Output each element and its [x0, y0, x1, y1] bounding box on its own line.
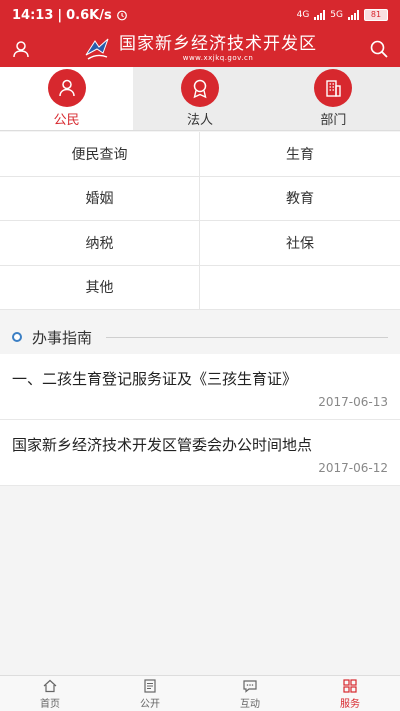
list-item[interactable]: 一、二孩生育登记服务证及《三孩生育证》 2017-06-13 — [0, 354, 400, 420]
battery-icon: 81 — [364, 9, 388, 21]
nav-label: 服务 — [340, 698, 360, 710]
list-item-title: 一、二孩生育登记服务证及《三孩生育证》 — [12, 370, 298, 388]
grid-item-other[interactable]: 其他 — [0, 265, 200, 310]
header-brand: 国家新乡经济技术开发区 www.xxjkq.gov.cn — [83, 34, 317, 63]
site-url: www.xxjkq.gov.cn — [182, 54, 254, 62]
site-title: 国家新乡经济技术开发区 — [119, 34, 317, 54]
nav-label: 互动 — [240, 698, 260, 710]
list-item-title: 国家新乡经济技术开发区管委会办公时间地点 — [12, 436, 313, 454]
tab-legal-person[interactable]: 法人 — [133, 67, 266, 130]
status-bar: 14:13 | 0.6K/s 4G 5G 81 — [0, 0, 400, 30]
app-header: 国家新乡经济技术开发区 www.xxjkq.gov.cn — [0, 30, 400, 67]
list-item[interactable]: 国家新乡经济技术开发区管委会办公时间地点 2017-06-12 — [0, 420, 400, 486]
home-icon — [43, 679, 57, 692]
bottom-nav: 首页 公开 互动 服务 — [0, 675, 400, 711]
tab-label: 公民 — [53, 113, 80, 128]
list-item-date: 2017-06-13 — [318, 395, 388, 409]
category-tabs: 公民 法人 部门 — [0, 67, 400, 131]
guide-section-header: 办事指南 — [0, 320, 400, 354]
grid-item-empty — [200, 266, 400, 310]
chat-icon — [243, 679, 257, 693]
nav-label: 首页 — [40, 698, 60, 710]
tab-label: 法人 — [186, 113, 213, 128]
document-icon — [144, 678, 156, 693]
logo-icon — [85, 38, 109, 60]
grid-item-birth[interactable]: 生育 — [200, 132, 400, 177]
tab-department[interactable]: 部门 — [267, 67, 400, 130]
nav-service[interactable]: 服务 — [300, 676, 400, 711]
tab-label: 部门 — [320, 113, 347, 128]
nav-public[interactable]: 公开 — [100, 676, 200, 711]
service-grid: 便民查询 生育 婚姻 教育 纳税 社保 其他 — [0, 132, 400, 310]
nav-home[interactable]: 首页 — [0, 676, 100, 711]
alarm-icon — [116, 10, 127, 21]
guide-list: 一、二孩生育登记服务证及《三孩生育证》 2017-06-13 国家新乡经济技术开… — [0, 354, 400, 486]
grid-item-education[interactable]: 教育 — [200, 177, 400, 221]
signal-icon — [314, 10, 326, 20]
network-label-2: 5G — [330, 10, 343, 20]
building-icon — [314, 69, 353, 107]
search-icon[interactable] — [368, 38, 390, 60]
grid-icon — [343, 678, 357, 693]
grid-item-marriage[interactable]: 婚姻 — [0, 176, 200, 221]
tab-citizen[interactable]: 公民 — [0, 67, 134, 130]
grid-item-social-security[interactable]: 社保 — [200, 221, 400, 266]
divider — [106, 336, 388, 338]
list-item-date: 2017-06-12 — [318, 461, 388, 475]
signal-icon-2 — [348, 10, 359, 20]
citizen-icon — [47, 69, 86, 107]
grid-item-tax[interactable]: 纳税 — [0, 221, 200, 266]
nav-label: 公开 — [140, 698, 160, 710]
guide-title: 办事指南 — [32, 328, 93, 347]
network-label-1: 4G — [296, 10, 310, 20]
grid-item-convenience-query[interactable]: 便民查询 — [0, 132, 200, 177]
status-speed: 0.6K/s — [66, 7, 112, 23]
nav-interact[interactable]: 互动 — [200, 676, 300, 711]
badge-icon — [180, 69, 219, 107]
bullet-icon — [12, 332, 22, 342]
status-time: 14:13 — [12, 7, 54, 23]
user-icon[interactable] — [10, 38, 32, 60]
